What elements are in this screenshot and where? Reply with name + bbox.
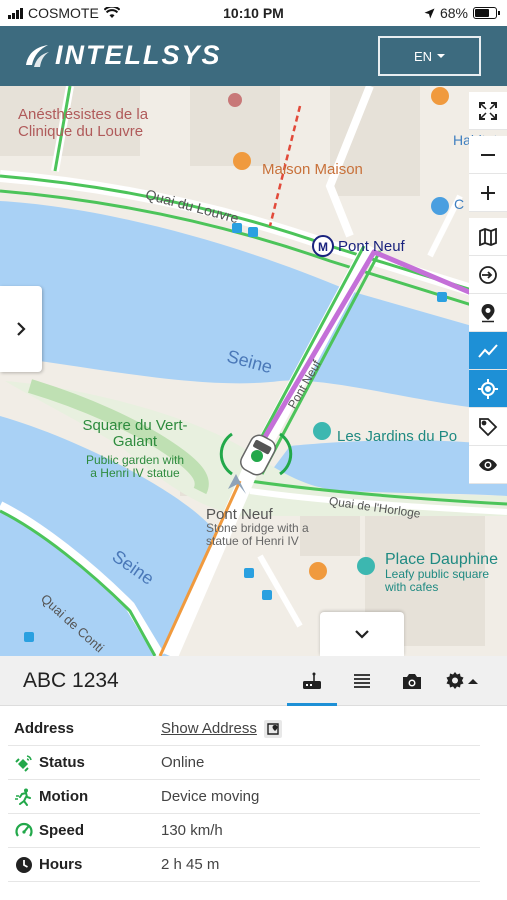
detail-row-motion: Motion Device moving	[8, 780, 480, 814]
device-icon	[303, 672, 321, 689]
running-person-icon	[15, 788, 31, 806]
map-label-metro: Pont Neuf	[338, 238, 405, 255]
map-view[interactable]: M Anésthésistes de la Clinique du Louvre…	[0, 86, 507, 656]
clock-icon	[16, 856, 32, 873]
map-label-pont-neuf-desc: Stone bridge with a statue of Henri IV	[206, 521, 309, 548]
map-label-c: C	[454, 196, 465, 212]
eye-icon	[479, 458, 497, 471]
battery-icon	[473, 7, 500, 19]
tab-list[interactable]	[337, 656, 387, 706]
settings-menu-button[interactable]	[445, 656, 478, 706]
chevron-down-icon	[355, 630, 369, 639]
camera-icon	[403, 673, 421, 689]
panel-tabs	[287, 656, 437, 706]
map-label-square: Square du Vert-Galant	[82, 417, 188, 450]
speed-label: Speed	[39, 822, 85, 839]
locate-target-button[interactable]	[469, 370, 507, 408]
tab-device[interactable]	[287, 656, 337, 706]
vehicle-plate: ABC 1234	[23, 669, 119, 692]
detail-row-status: Status Online	[8, 746, 480, 780]
route-line-button[interactable]	[469, 332, 507, 370]
location-arrow-icon	[424, 8, 435, 18]
visibility-button[interactable]	[469, 446, 507, 484]
motion-value: Device moving	[161, 788, 260, 805]
fullscreen-button[interactable]	[469, 92, 507, 130]
hours-label: Hours	[39, 856, 83, 873]
map-toolbar	[469, 92, 507, 484]
vehicle-panel: ABC 1234 Address Show Address Status Onl…	[0, 656, 507, 900]
login-button[interactable]	[469, 256, 507, 294]
map-label-square-desc: Public garden with a Henri IV statue	[85, 453, 185, 480]
map-layers-button[interactable]	[469, 218, 507, 256]
speed-value: 130 km/h	[161, 822, 223, 839]
locate-target-icon	[478, 378, 498, 399]
battery-percent: 68%	[439, 5, 468, 21]
expand-panel-button[interactable]	[0, 286, 42, 372]
zoom-out-icon	[481, 153, 495, 156]
login-icon	[479, 265, 497, 284]
detail-row-address: Address Show Address	[8, 712, 480, 746]
vehicle-panel-header: ABC 1234	[0, 656, 507, 706]
vehicle-details: Address Show Address Status Online Motio…	[8, 712, 480, 882]
detail-row-hours: Hours 2 h 45 m	[8, 848, 480, 882]
tab-camera[interactable]	[387, 656, 437, 706]
chevron-right-icon	[17, 322, 26, 336]
status-label: Status	[39, 754, 85, 771]
list-icon	[354, 674, 370, 688]
language-label: EN	[413, 48, 433, 64]
show-address-link[interactable]: Show Address	[161, 720, 257, 737]
map-label-maison: Maison Maison	[262, 161, 363, 178]
caret-down-icon	[437, 54, 446, 58]
address-label: Address	[14, 720, 75, 737]
location-pin-button[interactable]	[469, 294, 507, 332]
map-label-jardins: Les Jardins du Po	[337, 428, 458, 445]
motion-label: Motion	[39, 788, 89, 805]
detail-row-speed: Speed 130 km/h	[8, 814, 480, 848]
fullscreen-icon	[479, 101, 497, 120]
zoom-in-icon	[481, 185, 495, 200]
tag-button[interactable]	[469, 408, 507, 446]
map-marker-icon[interactable]	[263, 719, 282, 738]
status-value: Online	[161, 754, 205, 771]
svg-text:M: M	[318, 240, 328, 254]
zoom-out-button[interactable]	[469, 136, 507, 174]
gear-icon	[446, 672, 464, 689]
location-pin-icon	[481, 303, 495, 322]
speedometer-icon	[15, 822, 33, 837]
map-label-clinic: Anésthésistes de la Clinique du Louvre	[18, 106, 149, 140]
map-label-dauphine-desc: Leafy public square with cafes	[385, 567, 490, 594]
route-line-icon	[478, 343, 498, 358]
satellite-signal-icon	[15, 754, 32, 772]
zoom-in-button[interactable]	[469, 174, 507, 212]
caret-up-icon	[468, 678, 478, 684]
status-bar: COSMOTE 10:10 PM 68%	[0, 0, 507, 26]
app-header: INTELLSYS EN	[0, 26, 507, 86]
language-dropdown[interactable]: EN	[378, 36, 481, 76]
hours-value: 2 h 45 m	[161, 856, 220, 873]
logo-text: INTELLSYS	[55, 40, 222, 70]
logo-swoosh-icon	[26, 44, 49, 67]
tag-icon	[479, 417, 498, 436]
app-logo[interactable]: INTELLSYS	[22, 40, 222, 71]
map-layers-icon	[479, 227, 497, 246]
collapse-panel-button[interactable]	[320, 612, 404, 656]
